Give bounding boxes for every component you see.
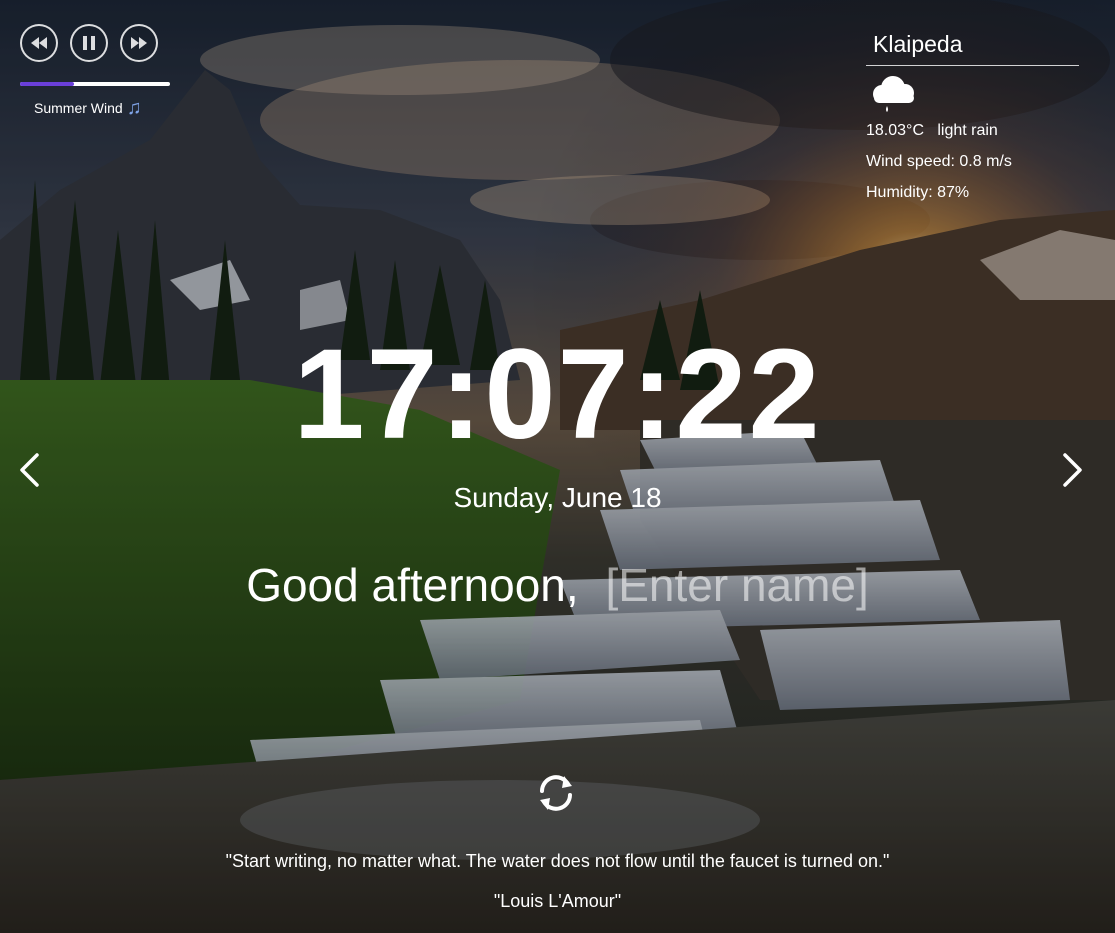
greeting-text: Good afternoon, bbox=[246, 559, 579, 611]
refresh-icon bbox=[540, 775, 572, 811]
track-title: Summer Wind bbox=[34, 100, 123, 116]
weather-widget: Klaipeda 18.03°C light rain Wind speed: … bbox=[866, 30, 1079, 202]
pause-icon bbox=[83, 36, 95, 50]
quote-author: "Louis L'Amour" bbox=[493, 891, 622, 911]
greeting: Good afternoon, [Enter name] bbox=[0, 558, 1115, 612]
clock-time: 17:07:22 bbox=[293, 323, 822, 466]
music-note-icon: ♫ bbox=[126, 97, 142, 119]
momentum-dashboard: Summer Wind ♫ Klaipeda 18.03°C light rai… bbox=[0, 0, 1115, 933]
weather-description: light rain bbox=[937, 122, 998, 139]
weather-temperature: 18.03°C bbox=[866, 122, 924, 139]
rewind-icon bbox=[31, 37, 47, 49]
weather-city: Klaipeda bbox=[866, 30, 1079, 66]
weather-wind: Wind speed: 0.8 m/s bbox=[866, 153, 1012, 170]
pause-button[interactable] bbox=[70, 24, 108, 62]
weather-humidity: Humidity: 87% bbox=[866, 184, 970, 201]
fast-forward-icon bbox=[131, 37, 147, 49]
track-progress-bar[interactable] bbox=[20, 82, 170, 86]
current-date: Sunday, June 18 bbox=[453, 482, 662, 513]
weather-summary: 18.03°C light rain bbox=[866, 122, 1079, 140]
player-controls bbox=[20, 24, 180, 62]
track-progress-fill bbox=[20, 82, 74, 86]
audio-player: Summer Wind ♫ bbox=[20, 24, 180, 119]
refresh-quote-button[interactable] bbox=[534, 771, 578, 815]
rewind-button[interactable] bbox=[20, 24, 58, 62]
track-info: Summer Wind ♫ bbox=[34, 97, 180, 119]
quote-text: "Start writing, no matter what. The wate… bbox=[225, 851, 890, 871]
name-input[interactable]: [Enter name] bbox=[605, 559, 868, 611]
fast-forward-button[interactable] bbox=[120, 24, 158, 62]
rain-cloud-icon bbox=[868, 74, 918, 116]
